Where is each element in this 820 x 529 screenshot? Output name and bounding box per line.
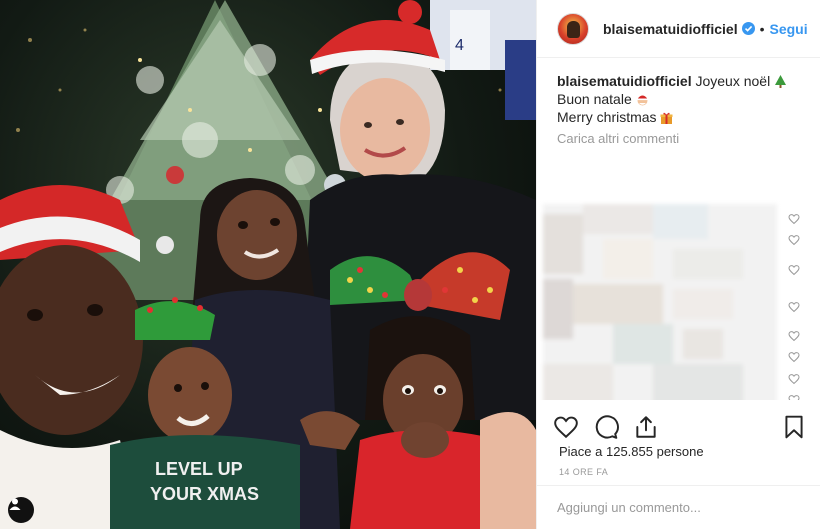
post-username[interactable]: blaisematuidiofficiel: [603, 21, 738, 37]
post-header: blaisematuidiofficiel • Segui: [537, 0, 820, 58]
comment-like-heart-icon[interactable]: [788, 234, 800, 246]
comment-like-heart-icon[interactable]: [788, 301, 800, 313]
post-photo[interactable]: 4 LEVEL UP YOUR XMAS: [0, 0, 536, 529]
post-actions: [537, 412, 820, 442]
separator-dot: •: [759, 20, 765, 37]
caption-username[interactable]: blaisematuidiofficiel: [557, 73, 692, 89]
comment-like-heart-icon[interactable]: [788, 394, 800, 400]
sweater-text-2: YOUR XMAS: [150, 484, 259, 504]
caption-line-1: Joyeux noël: [695, 73, 771, 89]
blurred-comments: [543, 204, 777, 400]
comment-like-heart-icon[interactable]: [788, 373, 800, 385]
likes-count[interactable]: Piace a 125.855 persone: [559, 444, 704, 459]
caption-line-3: Merry christmas: [557, 109, 657, 125]
comment-input[interactable]: [557, 500, 801, 515]
bookmark-icon[interactable]: [781, 414, 807, 440]
comment-like-heart-icon[interactable]: [788, 213, 800, 225]
share-icon[interactable]: [633, 414, 659, 440]
caption-line-2: Buon natale: [557, 91, 632, 107]
likes-number: 125.855: [605, 444, 653, 459]
verified-badge-icon: [741, 22, 755, 35]
likes-prefix: Piace a: [559, 444, 606, 459]
follow-button[interactable]: Segui: [770, 21, 808, 37]
christmas-tree-emoji: [774, 74, 787, 88]
comment-icon[interactable]: [593, 414, 619, 440]
heart-icon[interactable]: [553, 414, 579, 440]
add-comment-bar: [537, 485, 820, 529]
tagged-user-icon[interactable]: [8, 497, 34, 523]
sweater-text-1: LEVEL UP: [155, 459, 243, 479]
post-caption: blaisematuidiofficiel Joyeux noël Buon n…: [557, 72, 800, 126]
comments-section: blaisematuidiofficiel Joyeux noël Buon n…: [537, 58, 820, 400]
comment-like-heart-icon[interactable]: [788, 351, 800, 363]
gift-emoji: [660, 110, 673, 124]
load-more-comments-link[interactable]: Carica altri commenti: [557, 131, 800, 146]
svg-text:4: 4: [455, 37, 464, 54]
family-christmas-photo: 4 LEVEL UP YOUR XMAS: [0, 0, 536, 529]
comment-like-heart-icon[interactable]: [788, 330, 800, 342]
comment-like-heart-icon[interactable]: [788, 264, 800, 276]
post-timestamp[interactable]: 14 ore fa: [559, 467, 608, 477]
likes-suffix: persone: [652, 444, 704, 459]
avatar[interactable]: [557, 12, 589, 45]
post-side-panel: blaisematuidiofficiel • Segui blaisematu…: [536, 0, 820, 529]
santa-emoji: [636, 92, 649, 106]
